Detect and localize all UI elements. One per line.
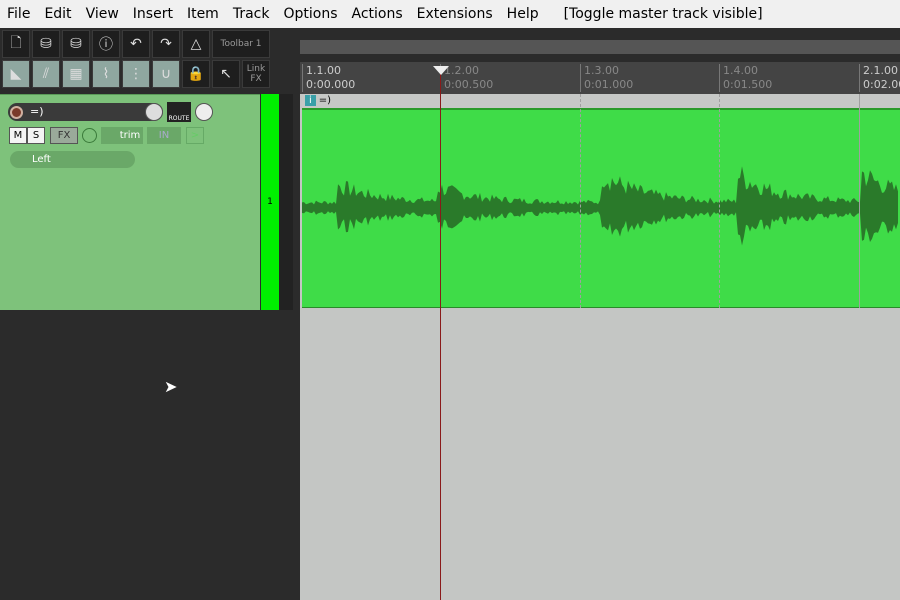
meter-background bbox=[279, 94, 293, 310]
open-project-icon[interactable]: ⛁ bbox=[32, 30, 60, 58]
track-panel[interactable]: =) ROUTE M S FX trim IN > Left bbox=[0, 94, 260, 310]
grid-line bbox=[580, 94, 581, 308]
time-label: 0:01.000 bbox=[584, 78, 634, 91]
pan-channel-select[interactable]: Left bbox=[10, 151, 135, 168]
grid-snap-icon[interactable]: ▦ bbox=[62, 60, 90, 88]
playhead-marker[interactable] bbox=[433, 66, 449, 75]
playhead[interactable] bbox=[440, 70, 441, 600]
time-label: 0:01.500 bbox=[723, 78, 773, 91]
new-project-icon[interactable]: 🗋 bbox=[2, 30, 30, 58]
bar-label: 1.2.00 bbox=[444, 64, 479, 77]
fx-button[interactable]: FX bbox=[50, 127, 78, 144]
item-info-badge: i bbox=[305, 95, 316, 106]
menu-status: [Toggle master track visible] bbox=[563, 6, 763, 22]
timeline-ruler[interactable]: 1.1.00 0:00.000 1.2.00 0:00.500 1.3.00 0:01.0… bbox=[300, 62, 900, 94]
menu-file[interactable]: File bbox=[0, 6, 37, 22]
track-name[interactable]: =) bbox=[8, 103, 163, 121]
menu-actions[interactable]: Actions bbox=[345, 6, 410, 22]
ruler-tick: 1.1.00 0:00.000 bbox=[302, 64, 355, 92]
volume-knob[interactable] bbox=[145, 103, 163, 121]
envelope-points-icon[interactable]: ⌇ bbox=[92, 60, 120, 88]
menu-track[interactable]: Track bbox=[226, 6, 277, 22]
monitor-button[interactable]: > bbox=[186, 127, 204, 144]
menu-options[interactable]: Options bbox=[276, 6, 344, 22]
undo-icon[interactable]: ↶ bbox=[122, 30, 150, 58]
pointer-icon[interactable]: ↖ bbox=[212, 60, 240, 88]
bar-label: 1.4.00 bbox=[723, 64, 758, 77]
menu-extensions[interactable]: Extensions bbox=[410, 6, 500, 22]
toolbar-label[interactable]: Toolbar 1 bbox=[212, 30, 270, 58]
bar-label: 2.1.00 bbox=[863, 64, 898, 77]
trim-button[interactable]: trim bbox=[101, 127, 143, 144]
item-header: i =) bbox=[302, 94, 900, 108]
pan-knob[interactable] bbox=[195, 103, 213, 121]
track-meter: 1 bbox=[261, 94, 279, 310]
media-item[interactable] bbox=[302, 108, 900, 308]
menu-item[interactable]: Item bbox=[180, 6, 226, 22]
item-name: =) bbox=[318, 95, 332, 106]
menu-bar: File Edit View Insert Item Track Options… bbox=[0, 0, 900, 28]
redo-icon[interactable]: ↷ bbox=[152, 30, 180, 58]
auto-crossfade-icon[interactable]: ◣ bbox=[2, 60, 30, 88]
grid-lines-icon[interactable]: ⋮ bbox=[122, 60, 150, 88]
lock-icon[interactable]: 🔒 bbox=[182, 60, 210, 88]
menu-help[interactable]: Help bbox=[500, 6, 546, 22]
loop-icon[interactable]: ∪ bbox=[152, 60, 180, 88]
input-button[interactable]: IN bbox=[147, 127, 181, 144]
metronome-icon[interactable]: △ bbox=[182, 30, 210, 58]
ruler-tick: 1.3.00 0:01.000 bbox=[580, 64, 633, 92]
time-label: 0:02.00 bbox=[863, 78, 900, 91]
grid-line bbox=[719, 94, 720, 308]
time-label: 0:00.500 bbox=[444, 78, 494, 91]
link-fx-button[interactable]: Link FX bbox=[242, 60, 270, 88]
ripple-edit-icon[interactable]: ⫽ bbox=[32, 60, 60, 88]
ruler-tick: 2.1.000:02.00 bbox=[859, 64, 900, 92]
bar-label: 1.3.00 bbox=[584, 64, 619, 77]
horizontal-scrollbar[interactable] bbox=[300, 40, 900, 54]
ruler-tick: 1.4.00 0:01.500 bbox=[719, 64, 772, 92]
menu-edit[interactable]: Edit bbox=[37, 6, 78, 22]
phase-icon[interactable] bbox=[82, 128, 97, 143]
project-info-icon[interactable]: ⓘ bbox=[92, 30, 120, 58]
save-project-icon[interactable]: ⛁ bbox=[62, 30, 90, 58]
record-arm-button[interactable] bbox=[10, 106, 23, 119]
grid-line bbox=[859, 94, 860, 308]
time-label: 0:00.000 bbox=[306, 78, 356, 91]
solo-button[interactable]: S bbox=[27, 127, 45, 144]
menu-view[interactable]: View bbox=[79, 6, 126, 22]
bar-label: 1.1.00 bbox=[306, 64, 341, 77]
mouse-cursor-icon: ➤ bbox=[164, 377, 178, 396]
mute-button[interactable]: M bbox=[9, 127, 27, 144]
route-button[interactable]: ROUTE bbox=[167, 102, 191, 122]
menu-insert[interactable]: Insert bbox=[126, 6, 180, 22]
waveform bbox=[302, 166, 898, 246]
